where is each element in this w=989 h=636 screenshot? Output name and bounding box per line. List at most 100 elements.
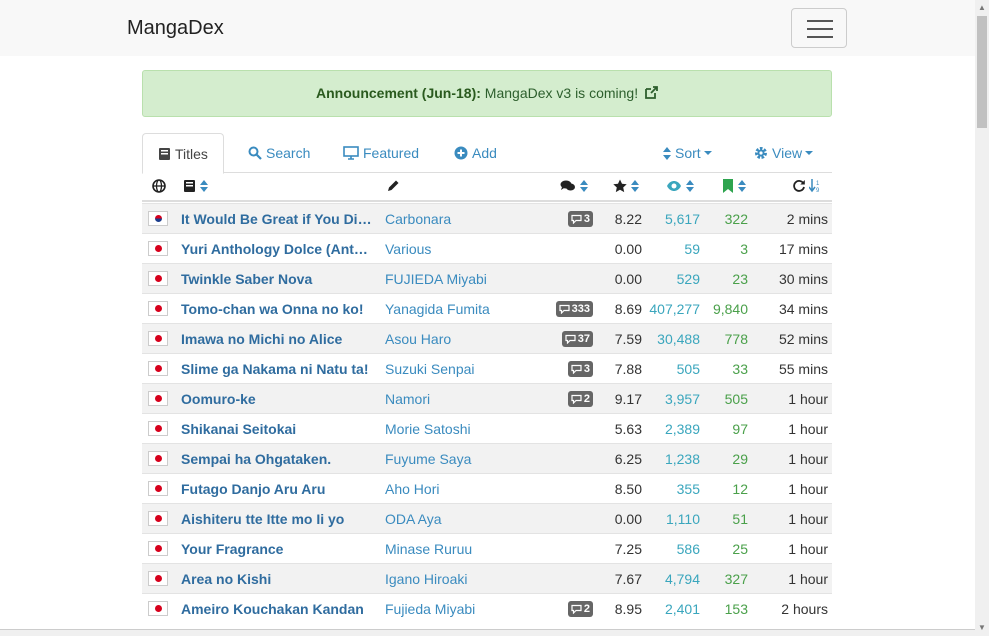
page-scrollbar[interactable]: ▲ ▼ <box>975 0 989 636</box>
table-row: Shikanai Seitokai Morie Satoshi 5.63 2,389 9… <box>142 413 832 443</box>
sort-descending-icon[interactable]: 19 <box>808 179 821 194</box>
sort-dropdown[interactable]: Sort <box>663 133 712 173</box>
comments-badge[interactable]: 2 <box>567 391 593 407</box>
monitor-icon <box>343 146 359 160</box>
comments-badge[interactable]: 2 <box>567 601 593 617</box>
sort-arrows-icon[interactable] <box>200 180 208 192</box>
announcement-text[interactable]: MangaDex v3 is coming! <box>481 85 638 101</box>
japan-flag-icon <box>148 451 168 466</box>
author-link[interactable]: Yanagida Fumita <box>385 294 490 324</box>
tab-titles[interactable]: Titles <box>142 133 224 174</box>
author-link[interactable]: Igano Hiroaki <box>385 564 468 594</box>
author-link[interactable]: Minase Ruruu <box>385 534 472 564</box>
view-dropdown[interactable]: View <box>754 133 814 173</box>
follows-count: 9,840 <box>712 301 748 317</box>
sort-arrows-icon[interactable] <box>686 180 694 192</box>
rating-value: 7.88 <box>614 361 642 377</box>
table-row: Aishiteru tte Itte mo Ii yo ODA Aya 0.00 1,… <box>142 503 832 533</box>
author-column-header <box>386 179 400 197</box>
manga-title-link[interactable]: Imawa no Michi no Alice <box>181 324 373 354</box>
comments-badge[interactable]: 3 <box>567 211 593 227</box>
menu-toggle-button[interactable] <box>791 8 847 48</box>
sort-arrows-icon[interactable] <box>631 180 639 192</box>
author-link[interactable]: Fuyume Saya <box>385 444 471 474</box>
author-link[interactable]: ODA Aya <box>385 504 442 534</box>
plus-circle-icon <box>454 146 468 160</box>
manga-title-link[interactable]: Twinkle Saber Nova <box>181 264 373 294</box>
tab-featured[interactable]: Featured <box>343 133 419 173</box>
views-column-header[interactable] <box>666 179 694 197</box>
updated-time: 1 hour <box>788 421 828 437</box>
manga-title-link[interactable]: Tomo-chan wa Onna no ko! <box>181 294 373 324</box>
horizontal-scrollbar[interactable] <box>0 629 975 636</box>
title-column-header[interactable] <box>183 179 208 197</box>
manga-title-link[interactable]: Shikanai Seitokai <box>181 414 373 444</box>
author-link[interactable]: Fujieda Miyabi <box>385 594 475 624</box>
star-icon <box>613 179 627 193</box>
rating-column-header[interactable] <box>613 179 639 197</box>
scroll-thumb[interactable] <box>977 16 987 128</box>
scroll-up-arrow-icon[interactable]: ▲ <box>978 4 986 12</box>
scroll-down-arrow-icon[interactable]: ▼ <box>978 624 986 632</box>
comments-badge[interactable]: 3 <box>567 361 593 377</box>
manga-title-link[interactable]: It Would Be Great if You Didn't Kill Me <box>181 204 373 234</box>
comment-icon <box>571 604 582 615</box>
brand-logo[interactable]: MangaDex <box>127 17 224 40</box>
manga-title-link[interactable]: Your Fragrance <box>181 534 373 564</box>
sort-icon <box>663 147 671 160</box>
manga-title-link[interactable]: Sempai ha Ohgataken. <box>181 444 373 474</box>
japan-flag-icon <box>148 271 168 286</box>
updated-column-header[interactable]: 19 <box>792 179 821 197</box>
manga-title-link[interactable]: Slime ga Nakama ni Natu ta! <box>181 354 373 384</box>
external-link-icon[interactable] <box>644 86 658 100</box>
rating-value: 7.25 <box>614 541 642 557</box>
manga-title-link[interactable]: Oomuro-ke <box>181 384 373 414</box>
comments-count: 37 <box>577 333 590 345</box>
views-count: 1,110 <box>666 511 700 527</box>
follows-column-header[interactable] <box>722 179 746 197</box>
views-count: 30,488 <box>657 331 700 347</box>
korea-flag-icon <box>148 211 168 226</box>
author-link[interactable]: Aho Hori <box>385 474 439 504</box>
updated-time: 1 hour <box>788 481 828 497</box>
follows-count: 29 <box>732 451 748 467</box>
navbar: MangaDex <box>0 0 975 56</box>
announcement-label: Announcement (Jun-18): <box>316 85 481 101</box>
tab-search[interactable]: Search <box>248 133 310 173</box>
updated-time: 1 hour <box>788 391 828 407</box>
manga-title-link[interactable]: Yuri Anthology Dolce (Anthology) <box>181 234 373 264</box>
manga-title-link[interactable]: Aishiteru tte Itte mo Ii yo <box>181 504 373 534</box>
table-row: Ameiro Kouchakan Kandan Fujieda Miyabi 2 8.… <box>142 593 832 623</box>
manga-title-link[interactable]: Futago Danjo Aru Aru <box>181 474 373 504</box>
sort-arrows-icon[interactable] <box>580 180 588 192</box>
comments-column-header[interactable] <box>560 179 588 197</box>
updated-time: 52 mins <box>778 331 828 347</box>
author-link[interactable]: Namori <box>385 384 430 414</box>
follows-count: 322 <box>724 211 748 227</box>
comments-count: 3 <box>583 213 590 225</box>
comments-badge[interactable]: 37 <box>561 331 593 347</box>
author-link[interactable]: Various <box>385 234 431 264</box>
author-link[interactable]: FUJIEDA Miyabi <box>385 264 487 294</box>
japan-flag-icon <box>148 601 168 616</box>
views-count: 2,389 <box>664 421 700 437</box>
tab-search-label: Search <box>266 145 311 161</box>
views-count: 505 <box>676 361 700 377</box>
author-link[interactable]: Carbonara <box>385 204 451 234</box>
sort-arrows-icon[interactable] <box>738 180 746 192</box>
tab-add[interactable]: Add <box>454 133 497 173</box>
table-row: Sempai ha Ohgataken. Fuyume Saya 6.25 1,238… <box>142 443 832 473</box>
manga-title-link[interactable]: Area no Kishi <box>181 564 373 594</box>
author-link[interactable]: Asou Haro <box>385 324 451 354</box>
pencil-icon <box>388 180 399 191</box>
table-row: Yuri Anthology Dolce (Anthology) Various 0… <box>142 233 832 263</box>
table-row: Oomuro-ke Namori 2 9.17 3,957 505 1 hour <box>142 383 832 413</box>
comments-badge[interactable]: 333 <box>555 301 593 317</box>
author-link[interactable]: Suzuki Senpai <box>385 354 475 384</box>
rating-value: 5.63 <box>614 421 642 437</box>
manga-title-link[interactable]: Ameiro Kouchakan Kandan <box>181 594 373 624</box>
book-icon <box>159 148 170 160</box>
globe-icon <box>152 179 166 193</box>
author-link[interactable]: Morie Satoshi <box>385 414 471 444</box>
views-count: 529 <box>676 271 700 287</box>
